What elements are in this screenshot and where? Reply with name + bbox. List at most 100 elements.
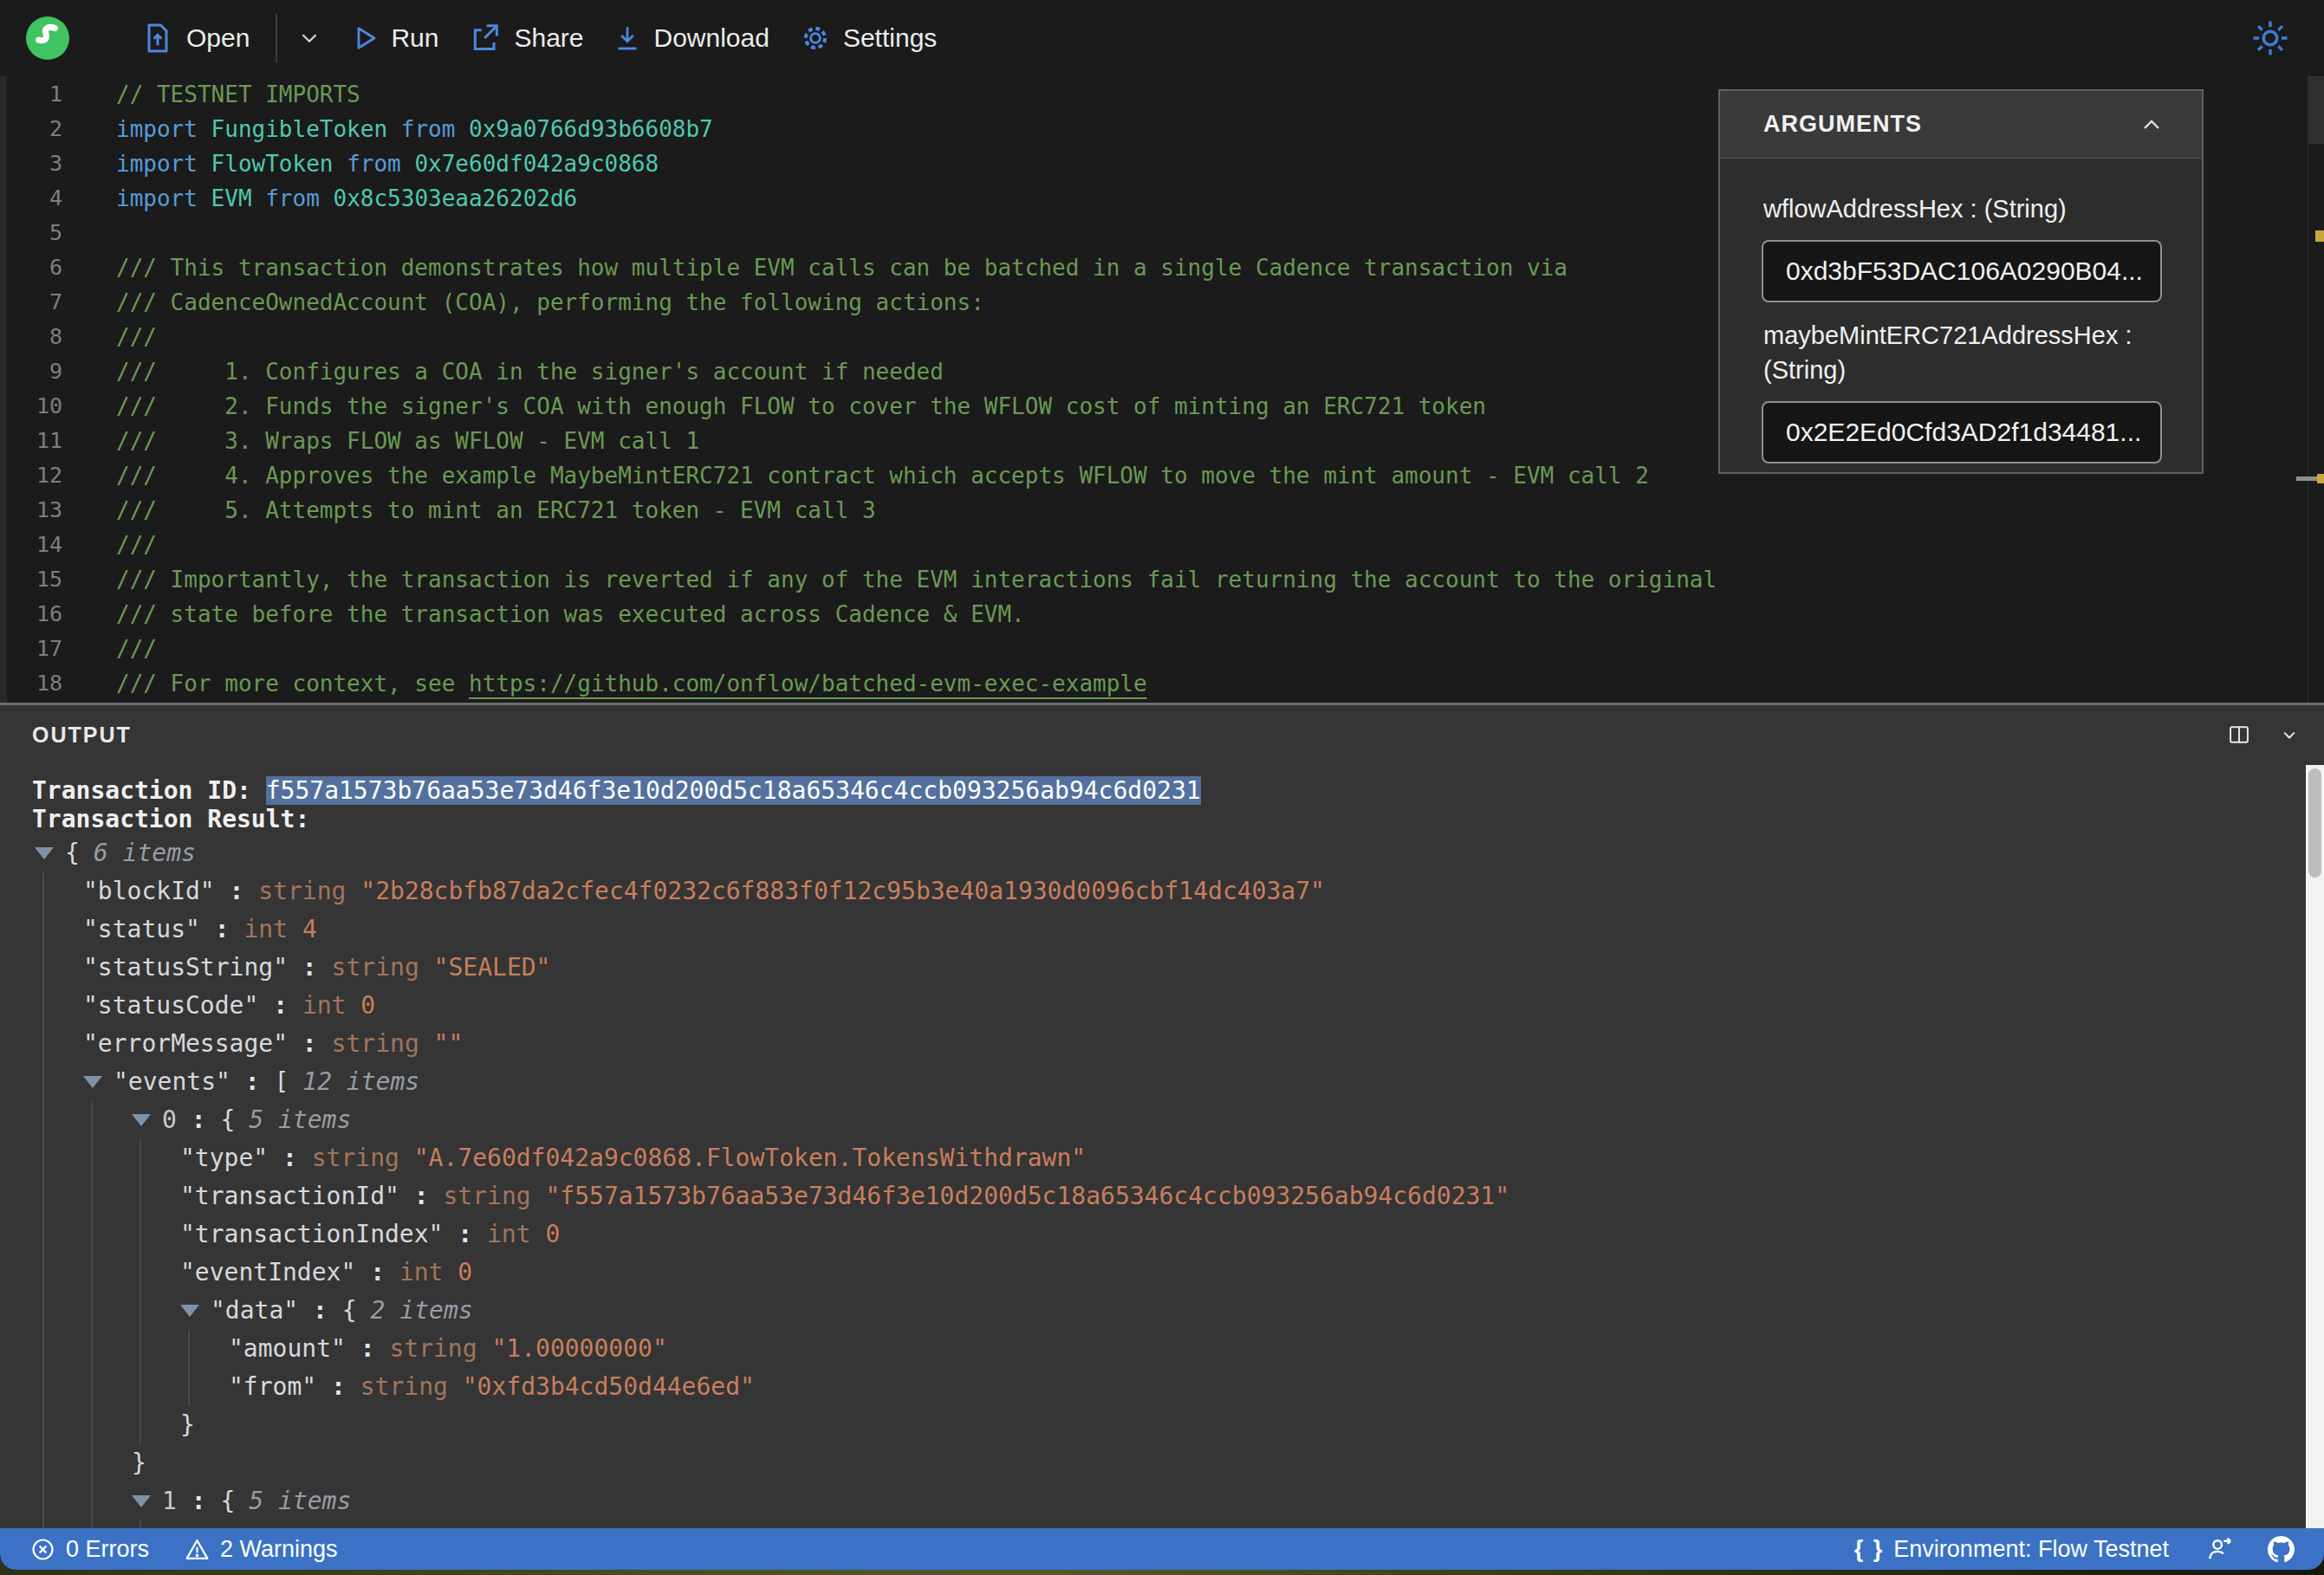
json-tree-row: "statusString" : string "SEALED" [0, 949, 2300, 987]
code-line: 18/// For more context, see https://gith… [0, 666, 2298, 701]
tree-guide-line [140, 1139, 141, 1444]
tree-guide-line [91, 1101, 93, 1528]
output-panel: OUTPUT Transaction ID: f557a1573b76aa53e… [0, 703, 2324, 1528]
json-tree-row: "from" : string "0xfd3b4cd50d44e6ed" [0, 1368, 2300, 1406]
code-link[interactable]: https://github.com/onflow/batched-evm-ex… [469, 671, 1147, 697]
line-number: 2 [0, 112, 62, 146]
expand-triangle-icon[interactable] [35, 847, 54, 859]
json-tree-row: "transactionIndex" : int 0 [0, 1215, 2300, 1254]
line-number: 6 [0, 250, 62, 285]
environment-status[interactable]: { } Environment: Flow Testnet [1854, 1536, 2169, 1563]
download-icon [612, 23, 643, 54]
sun-icon [2248, 16, 2293, 61]
line-number: 18 [0, 666, 62, 701]
toolbar: Open Run Share Download Settings [0, 0, 2324, 76]
line-number: 11 [0, 424, 62, 458]
json-tree: {6 items"blockId" : string "2b28cbfb87da… [0, 834, 2300, 1528]
expand-triangle-icon[interactable] [83, 1076, 102, 1088]
json-tree-row: "transactionId" : string "f557a1573b76aa… [0, 1177, 2300, 1215]
warning-icon [184, 1536, 211, 1563]
line-number: 17 [0, 632, 62, 666]
json-tree-row: "events" : [12 items [0, 1063, 2300, 1101]
run-button[interactable]: Run [348, 23, 438, 54]
play-icon [348, 23, 380, 54]
editor-overview-ruler[interactable] [2308, 76, 2324, 703]
arguments-header[interactable]: ARGUMENTS [1720, 91, 2202, 159]
chevron-down-icon [296, 25, 322, 51]
collapse-chevron-icon[interactable] [2138, 111, 2165, 139]
warning-marker [2315, 230, 2324, 242]
share-label: Share [514, 23, 583, 53]
code-line: 13/// 5. Attempts to mint an ERC721 toke… [0, 493, 2298, 528]
arguments-body: wflowAddressHex : (String) 0xd3bF53DAC10… [1720, 159, 2202, 463]
output-header: OUTPUT [0, 705, 2324, 752]
status-bar: 0 Errors 2 Warnings { } Environment: Flo… [0, 1528, 2324, 1570]
arguments-panel: ARGUMENTS wflowAddressHex : (String) 0xd… [1718, 89, 2204, 474]
open-button[interactable]: Open [140, 20, 250, 56]
split-view-icon[interactable] [2227, 723, 2251, 747]
braces-icon: { } [1854, 1536, 1885, 1563]
argument-input-wflow[interactable]: 0xd3bF53DAC106A0290B04... [1762, 240, 2162, 302]
cursor-marker [2296, 476, 2319, 481]
argument-label: maybeMintERC721AddressHex : (String) [1763, 318, 2160, 387]
arguments-title: ARGUMENTS [1763, 111, 1922, 138]
argument-input-maybemint[interactable]: 0x2E2Ed0Cfd3AD2f1d34481... [1762, 401, 2162, 463]
line-number: 9 [0, 354, 62, 389]
download-label: Download [654, 23, 769, 53]
tree-guide-line [140, 1520, 141, 1528]
transaction-summary: Transaction ID: f557a1573b76aa53e73d46f3… [32, 776, 1201, 833]
code-editor[interactable]: 1// TESTNET IMPORTS2import FungibleToken… [0, 76, 2324, 703]
share-button[interactable]: Share [468, 21, 583, 55]
expand-triangle-icon[interactable] [132, 1114, 151, 1126]
json-tree-row: "type" : string "A.7e60df042a9c0868.Flow… [0, 1139, 2300, 1177]
flow-logo-icon[interactable] [26, 16, 69, 60]
settings-label: Settings [843, 23, 937, 53]
environment-label: Environment: Flow Testnet [1893, 1536, 2169, 1563]
code-line: 15/// Importantly, the transaction is re… [0, 562, 2298, 597]
open-dropdown-button[interactable] [296, 25, 322, 51]
json-tree-row: } [0, 1444, 2300, 1482]
github-link[interactable] [2268, 1536, 2295, 1563]
json-tree-row: "type" : string "A.7e60df042a9c0868.Flow… [0, 1520, 2300, 1528]
json-tree-row: "amount" : string "1.00000000" [0, 1330, 2300, 1368]
expand-triangle-icon[interactable] [132, 1495, 151, 1507]
settings-button[interactable]: Settings [799, 22, 937, 55]
output-scrollbar[interactable] [2306, 765, 2324, 1528]
editor-scrollbar-thumb[interactable] [2308, 76, 2324, 144]
download-button[interactable]: Download [612, 23, 769, 54]
expand-triangle-icon[interactable] [180, 1305, 199, 1317]
line-number: 4 [0, 181, 62, 216]
output-title: OUTPUT [32, 723, 132, 748]
json-tree-row: 0 : {5 items [0, 1101, 2300, 1139]
code-line: 14/// [0, 528, 2298, 562]
transaction-id-value: f557a1573b76aa53e73d46f3e10d200d5c18a653… [266, 776, 1201, 805]
toolbar-separator [276, 14, 277, 62]
code-line: 17/// [0, 632, 2298, 666]
output-scrollbar-thumb[interactable] [2308, 768, 2321, 878]
gear-icon [799, 22, 832, 55]
warnings-count: 2 Warnings [220, 1536, 338, 1563]
line-number: 8 [0, 320, 62, 354]
errors-status[interactable]: 0 Errors [29, 1536, 149, 1563]
share-icon [468, 21, 503, 55]
json-tree-row: "statusCode" : int 0 [0, 987, 2300, 1025]
json-tree-row: "eventIndex" : int 0 [0, 1254, 2300, 1292]
line-number: 5 [0, 216, 62, 250]
person-feedback-icon [2205, 1534, 2235, 1564]
json-tree-row: "status" : int 4 [0, 911, 2300, 949]
collapse-output-chevron-icon[interactable] [2277, 723, 2301, 747]
line-number: 10 [0, 389, 62, 424]
line-number: 1 [0, 77, 62, 112]
warnings-status[interactable]: 2 Warnings [184, 1536, 338, 1563]
json-tree-row: "data" : {2 items [0, 1292, 2300, 1330]
json-tree-row: "blockId" : string "2b28cbfb87da2cfec4f0… [0, 872, 2300, 911]
code-line: 16/// state before the transaction was e… [0, 597, 2298, 632]
json-tree-row: 1 : {5 items [0, 1482, 2300, 1520]
line-number: 14 [0, 528, 62, 562]
feedback-button[interactable] [2205, 1534, 2235, 1564]
transaction-result-label: Transaction Result: [32, 805, 309, 833]
line-number: 12 [0, 458, 62, 493]
error-icon [29, 1536, 56, 1563]
errors-count: 0 Errors [66, 1536, 149, 1563]
theme-toggle-button[interactable] [2248, 16, 2293, 61]
